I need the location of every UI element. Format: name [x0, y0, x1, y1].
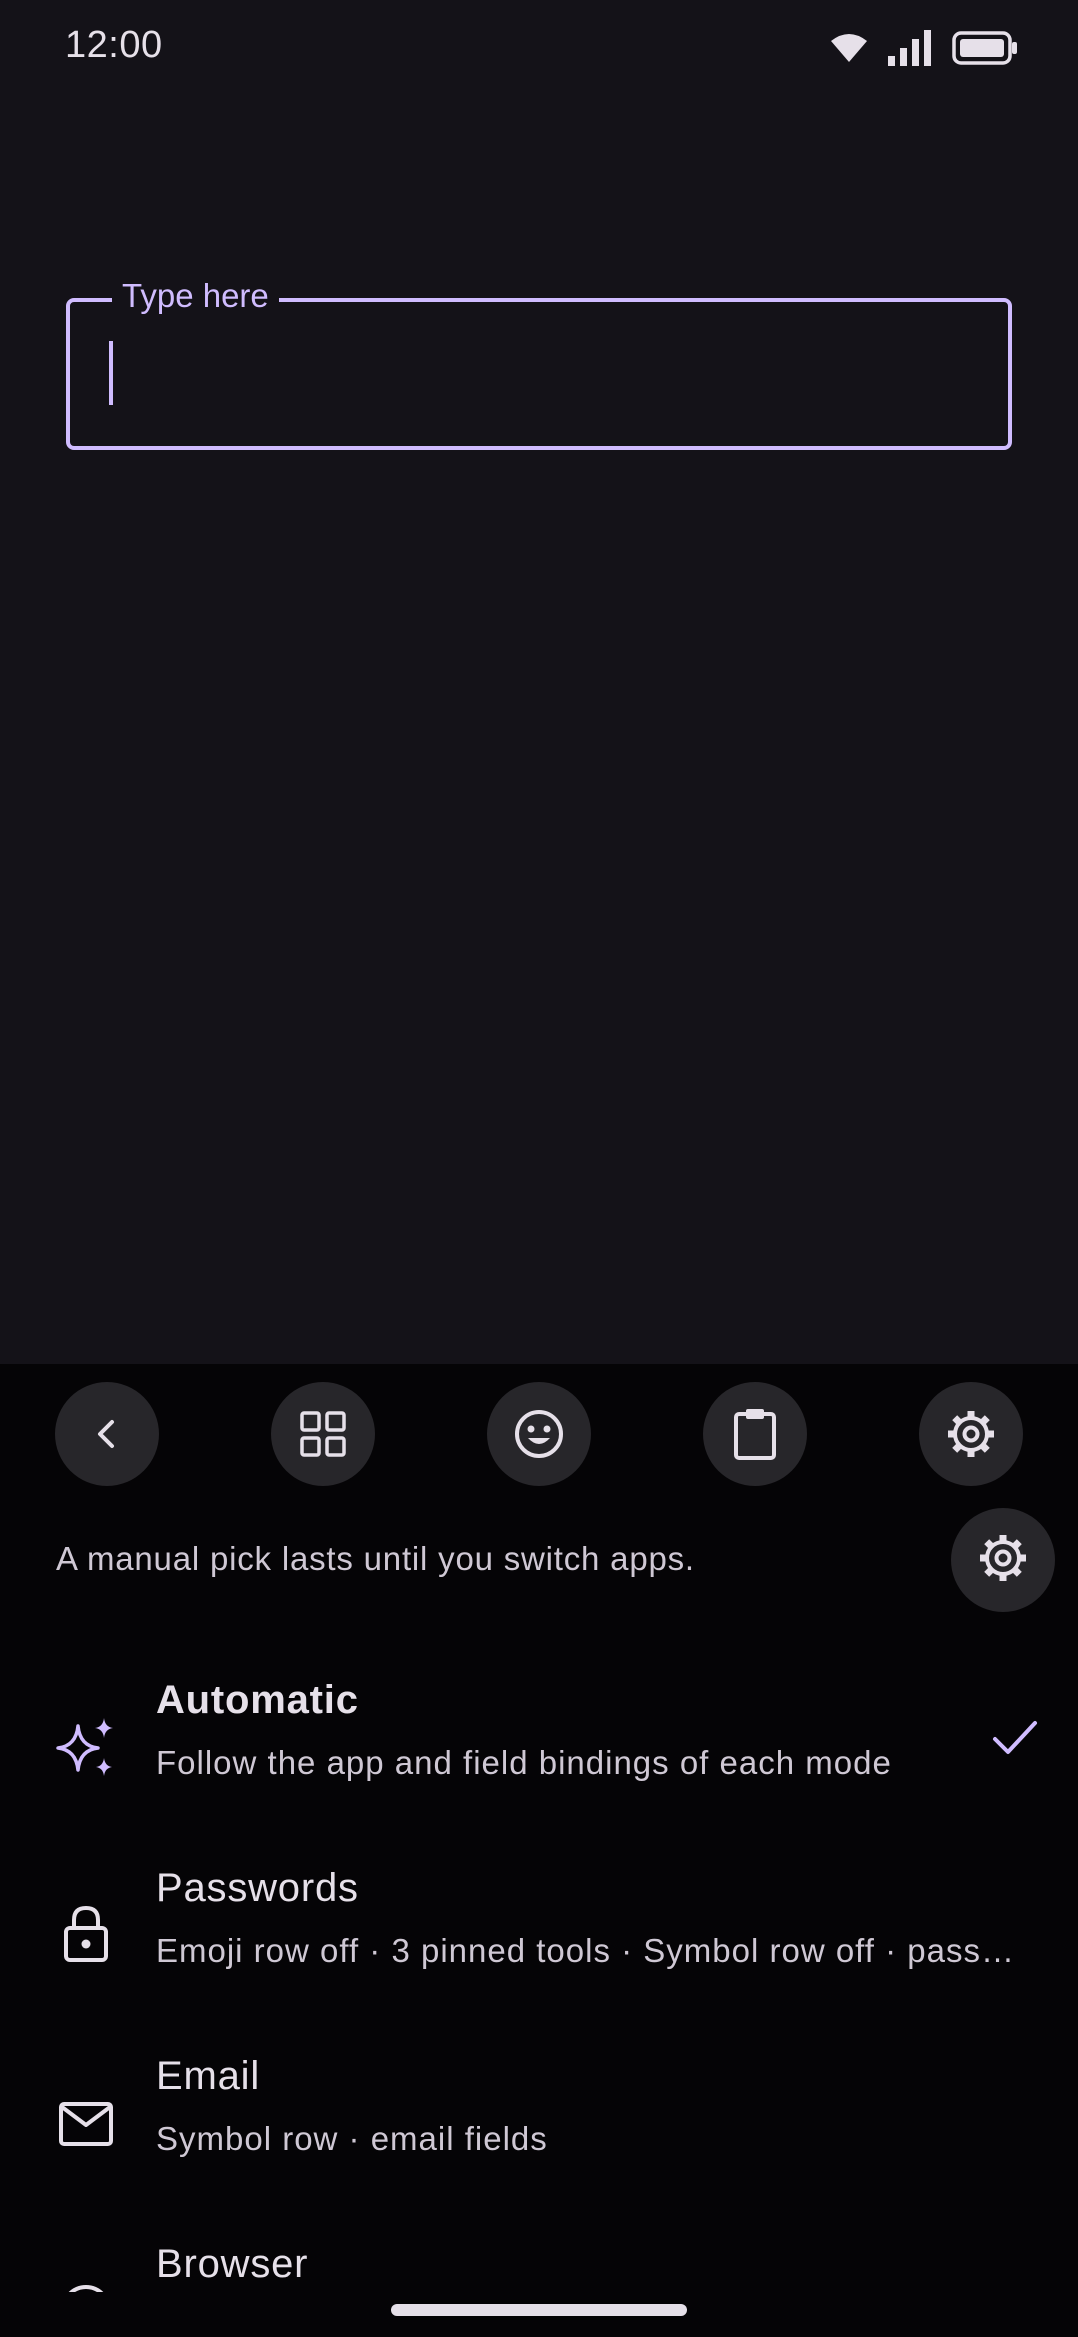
- mode-subtitle: Follow the app and field bindings of eac…: [156, 1744, 892, 1781]
- status-icons: [830, 30, 1018, 66]
- status-bar: 12:00: [0, 0, 1078, 96]
- back-button[interactable]: [55, 1382, 159, 1486]
- emoji-button[interactable]: [487, 1382, 591, 1486]
- mode-title: Browser: [156, 2242, 309, 2286]
- mode-title: Email: [156, 2054, 261, 2098]
- keyboard-panel: A manual pick lasts until you switch app…: [0, 1364, 1078, 2337]
- text-cursor: [109, 341, 113, 405]
- signal-icon: [888, 30, 932, 66]
- mode-item-passwords[interactable]: Passwords Emoji row off · 3 pinned tools…: [0, 1842, 1078, 2030]
- hint-text: A manual pick lasts until you switch app…: [56, 1540, 695, 1577]
- chevron-left-icon: [87, 1414, 127, 1454]
- text-field-label: Type here: [112, 276, 279, 316]
- clipboard-button[interactable]: [703, 1382, 807, 1486]
- mode-subtitle: Emoji row off · 3 pinned tools · Symbol …: [156, 1932, 1016, 1969]
- mode-title: Automatic: [156, 1678, 359, 1722]
- keyboard-toolbar: [0, 1382, 1078, 1486]
- mode-title: Passwords: [156, 1866, 359, 1910]
- layout-grid-button[interactable]: [271, 1382, 375, 1486]
- check-icon: [992, 1718, 1038, 1763]
- mode-item-automatic[interactable]: Automatic Follow the app and field bindi…: [0, 1654, 1078, 1842]
- sparkle-icon: [52, 1714, 120, 1782]
- status-time: 12:00: [65, 24, 163, 66]
- wifi-icon: [830, 33, 868, 63]
- mode-settings-button[interactable]: [951, 1508, 1055, 1612]
- mode-item-browser[interactable]: Browser: [0, 2218, 1078, 2292]
- lock-icon: [52, 1900, 120, 1968]
- home-indicator[interactable]: [391, 2304, 687, 2316]
- mode-subtitle: Symbol row · email fields: [156, 2120, 548, 2157]
- emoji-icon: [513, 1408, 565, 1460]
- gear-icon: [977, 1532, 1029, 1589]
- mode-item-email[interactable]: Email Symbol row · email fields: [0, 2030, 1078, 2218]
- mail-icon: [52, 2090, 120, 2158]
- clipboard-icon: [731, 1407, 779, 1461]
- grid-icon: [299, 1410, 347, 1458]
- text-input-field[interactable]: [66, 298, 1012, 450]
- gear-icon: [945, 1408, 997, 1460]
- globe-icon: [52, 2276, 120, 2292]
- settings-button[interactable]: [919, 1382, 1023, 1486]
- battery-icon: [952, 31, 1018, 65]
- screen: 12:00 Type here A manual pick lasts unti…: [0, 0, 1078, 2337]
